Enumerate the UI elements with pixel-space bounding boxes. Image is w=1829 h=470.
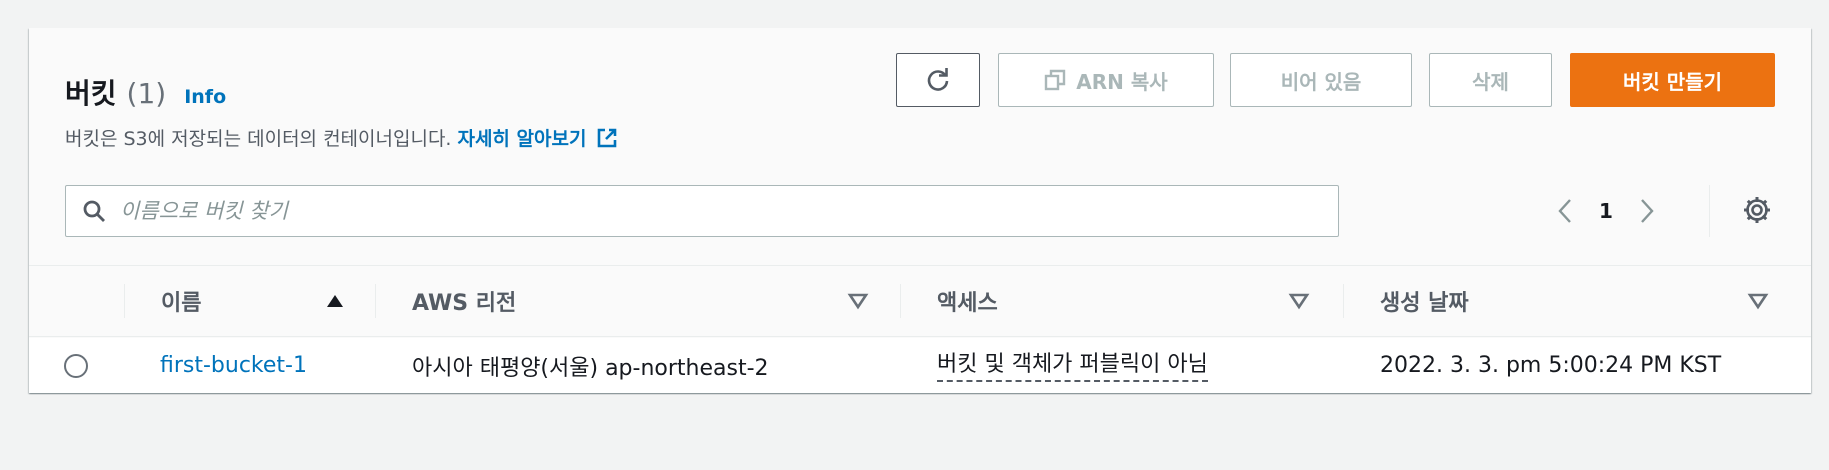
search-icon (83, 200, 105, 222)
buckets-panel: 버킷 (1) Info 버킷은 S3에 저장되는 데이터의 컨테이너입니다. 자… (29, 28, 1811, 393)
sort-ascending-icon[interactable] (325, 291, 345, 311)
bucket-name-link[interactable]: first-bucket-1 (160, 353, 307, 378)
sort-descending-icon[interactable] (1288, 291, 1310, 311)
region-cell: 아시아 태평양(서울) ap-northeast-2 (412, 355, 769, 381)
next-page-button[interactable] (1629, 193, 1665, 229)
learn-more-label: 자세히 알아보기 (457, 128, 587, 150)
page-title: 버킷 (65, 77, 117, 110)
bucket-count: (1) (126, 77, 167, 110)
search-input[interactable] (120, 199, 1300, 223)
learn-more-link[interactable]: 자세히 알아보기 (457, 124, 618, 151)
bucket-name-cell: first-bucket-1 (160, 338, 307, 393)
refresh-icon (927, 68, 949, 91)
gear-icon (1744, 197, 1770, 223)
copy-arn-label: ARN 복사 (1076, 69, 1168, 94)
description-text: 버킷은 S3에 저장되는 데이터의 컨테이너입니다. (65, 128, 452, 150)
column-separator (124, 284, 125, 318)
copy-arn-button[interactable]: ARN 복사 (998, 53, 1214, 107)
column-header-region[interactable]: AWS 리전 (412, 266, 516, 336)
divider (1709, 185, 1710, 237)
created-date-cell: 2022. 3. 3. pm 5:00:24 PM KST (1380, 353, 1722, 378)
sort-descending-icon[interactable] (1747, 291, 1769, 311)
table-header: 이름 AWS 리전 액세스 생성 날짜 (29, 265, 1811, 337)
current-page-number[interactable]: 1 (1583, 199, 1629, 223)
sort-descending-icon[interactable] (847, 291, 869, 311)
copy-icon (1045, 69, 1066, 91)
delete-bucket-button[interactable]: 삭제 (1429, 53, 1552, 107)
row-select-radio[interactable] (64, 354, 88, 378)
column-header-label: AWS 리전 (412, 291, 517, 316)
chevron-right-icon (1641, 199, 1654, 223)
pagination: 1 (1547, 193, 1665, 229)
external-link-icon (598, 128, 617, 147)
header-description: 버킷은 S3에 저장되는 데이터의 컨테이너입니다. 자세히 알아보기 (65, 124, 618, 151)
create-bucket-button[interactable]: 버킷 만들기 (1570, 53, 1775, 107)
access-status[interactable]: 버킷 및 객체가 퍼블릭이 아님 (937, 350, 1208, 382)
empty-bucket-button[interactable]: 비어 있음 (1230, 53, 1412, 107)
refresh-button[interactable] (896, 53, 980, 107)
column-separator (1343, 284, 1344, 318)
column-header-label: 이름 (161, 291, 202, 316)
header-title-row: 버킷 (1) Info (65, 72, 226, 112)
column-separator (375, 284, 376, 318)
search-box (65, 185, 1339, 237)
column-separator (900, 284, 901, 318)
preferences-button[interactable] (1742, 195, 1772, 229)
chevron-left-icon (1558, 199, 1571, 223)
column-header-label: 액세스 (937, 291, 998, 316)
info-link[interactable]: Info (184, 86, 226, 108)
table-row[interactable]: first-bucket-1 아시아 태평양(서울) ap-northeast-… (29, 338, 1811, 393)
column-header-access[interactable]: 액세스 (937, 266, 998, 336)
column-header-name[interactable]: 이름 (161, 266, 201, 336)
previous-page-button[interactable] (1547, 193, 1583, 229)
access-cell: 버킷 및 객체가 퍼블릭이 아님 (937, 338, 1208, 393)
column-header-label: 생성 날짜 (1380, 291, 1469, 316)
column-header-created[interactable]: 생성 날짜 (1380, 266, 1469, 336)
